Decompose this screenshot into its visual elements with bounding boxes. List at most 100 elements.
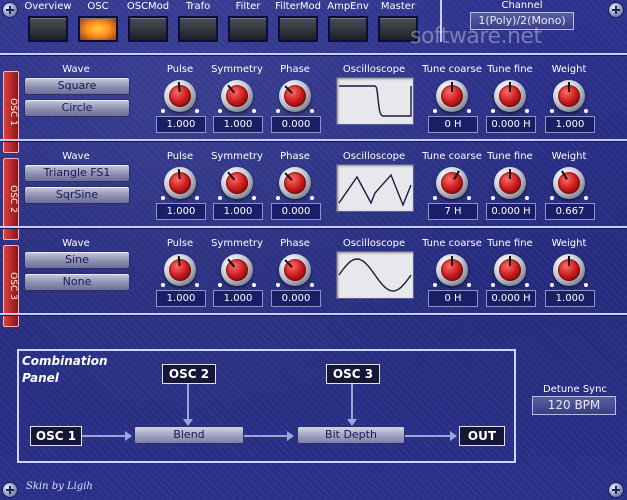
waveform-trace <box>338 258 412 292</box>
knob-max-dot <box>584 283 588 287</box>
phase-value[interactable]: 0.000 <box>271 116 321 133</box>
detune-sync-display[interactable]: 120 BPM <box>532 396 616 415</box>
tab-button[interactable] <box>28 16 68 42</box>
symmetry-label: Symmetry <box>211 151 263 162</box>
wave-primary-selector[interactable]: Square <box>24 77 130 95</box>
knob-max-dot <box>310 109 314 113</box>
blend-selector[interactable]: Blend <box>134 426 244 444</box>
symmetry-value[interactable]: 1.000 <box>213 116 263 133</box>
pulse-value[interactable]: 1.000 <box>156 203 206 220</box>
pulse-knob[interactable] <box>159 251 201 293</box>
pulse-knob[interactable] <box>159 77 201 119</box>
weight-knob[interactable] <box>548 164 590 206</box>
wave-label: Wave <box>62 64 90 75</box>
tab-button[interactable] <box>128 16 168 42</box>
weight-label: Weight <box>551 64 587 75</box>
tune-coarse-value[interactable]: 7 H <box>428 203 478 220</box>
knob-pointer <box>509 82 511 92</box>
tune-fine-knob[interactable] <box>489 77 531 119</box>
tab-button[interactable] <box>78 16 118 42</box>
phase-label: Phase <box>280 64 310 75</box>
weight-knob[interactable] <box>548 77 590 119</box>
weight-value[interactable]: 0.667 <box>545 203 595 220</box>
phase-knob[interactable] <box>274 164 316 206</box>
oscilloscope-display <box>336 164 414 212</box>
weight-value[interactable]: 1.000 <box>545 290 595 307</box>
tune-coarse-knob[interactable] <box>431 164 473 206</box>
bit-depth-selector[interactable]: Bit Depth <box>297 426 405 444</box>
phase-value[interactable]: 0.000 <box>271 203 321 220</box>
osc1-node: OSC 1 <box>30 426 82 446</box>
phase-value[interactable]: 0.000 <box>271 290 321 307</box>
divider <box>0 139 627 141</box>
arrow-down-icon <box>183 384 193 426</box>
waveform-graph <box>338 258 412 292</box>
tune-fine-label: Tune fine <box>487 64 533 75</box>
symmetry-knob[interactable] <box>216 251 258 293</box>
tab-button[interactable] <box>178 16 218 42</box>
knob-min-dot <box>218 283 222 287</box>
weight-value[interactable]: 1.000 <box>545 116 595 133</box>
osc2-node: OSC 2 <box>162 364 216 384</box>
weight-label: Weight <box>551 151 587 162</box>
symmetry-value[interactable]: 1.000 <box>213 203 263 220</box>
tab-button[interactable] <box>278 16 318 42</box>
knob-pointer <box>509 256 511 266</box>
tune-coarse-knob[interactable] <box>431 251 473 293</box>
weight-knob[interactable] <box>548 251 590 293</box>
tab-button[interactable] <box>228 16 268 42</box>
symmetry-knob[interactable] <box>216 77 258 119</box>
osc-tag-label: OSC 1 <box>8 98 18 126</box>
oscilloscope-display <box>336 77 414 125</box>
pulse-knob[interactable] <box>159 164 201 206</box>
symmetry-knob[interactable] <box>216 164 258 206</box>
phase-knob[interactable] <box>274 251 316 293</box>
tune-fine-knob[interactable] <box>489 251 531 293</box>
synth-oscillator-page: Overview OSC OSCMod Trafo Filter FilterMod Amp… <box>0 0 627 500</box>
knob-min-dot <box>276 283 280 287</box>
channel-label: Channel <box>501 0 543 11</box>
knob-min-dot <box>161 196 165 200</box>
knob-max-dot <box>467 283 471 287</box>
symmetry-value[interactable]: 1.000 <box>213 290 263 307</box>
knob-max-dot <box>252 196 256 200</box>
pulse-value[interactable]: 1.000 <box>156 290 206 307</box>
wave-label: Wave <box>62 238 90 249</box>
divider <box>0 226 627 228</box>
knob-min-dot <box>433 283 437 287</box>
knob-pointer <box>568 256 570 266</box>
tune-coarse-knob[interactable] <box>431 77 473 119</box>
weight-label: Weight <box>551 238 587 249</box>
knob-min-dot <box>218 196 222 200</box>
tune-coarse-label: Tune coarse <box>422 151 482 162</box>
oscilloscope-label: Oscilloscope <box>342 64 406 75</box>
knob-max-dot <box>525 196 529 200</box>
tab-label: Master <box>380 1 416 12</box>
pulse-label: Pulse <box>166 238 194 249</box>
wave-primary-selector[interactable]: Sine <box>24 251 130 269</box>
knob-pointer <box>451 82 453 92</box>
wave-secondary-selector[interactable]: None <box>24 273 130 291</box>
wave-secondary-selector[interactable]: SqrSine <box>24 186 130 204</box>
osc-tag-label: OSC 2 <box>8 185 18 213</box>
tab-button[interactable] <box>328 16 368 42</box>
knob-max-dot <box>525 109 529 113</box>
knob-min-dot <box>550 109 554 113</box>
tune-coarse-value[interactable]: 0 H <box>428 290 478 307</box>
wave-primary-selector[interactable]: Triangle FS1 <box>24 164 130 182</box>
tune-coarse-value[interactable]: 0 H <box>428 116 478 133</box>
arrow-right-icon <box>82 431 132 441</box>
tune-fine-value[interactable]: 0.000 H <box>486 116 536 133</box>
tune-fine-value[interactable]: 0.000 H <box>486 290 536 307</box>
screw-icon <box>3 483 17 497</box>
knob-max-dot <box>252 109 256 113</box>
wave-secondary-selector[interactable]: Circle <box>24 99 130 117</box>
knob-pointer <box>509 169 511 179</box>
tune-fine-knob[interactable] <box>489 164 531 206</box>
knob-min-dot <box>276 196 280 200</box>
tune-fine-value[interactable]: 0.000 H <box>486 203 536 220</box>
knob-max-dot <box>195 196 199 200</box>
arrow-right-icon <box>244 431 294 441</box>
phase-knob[interactable] <box>274 77 316 119</box>
pulse-value[interactable]: 1.000 <box>156 116 206 133</box>
